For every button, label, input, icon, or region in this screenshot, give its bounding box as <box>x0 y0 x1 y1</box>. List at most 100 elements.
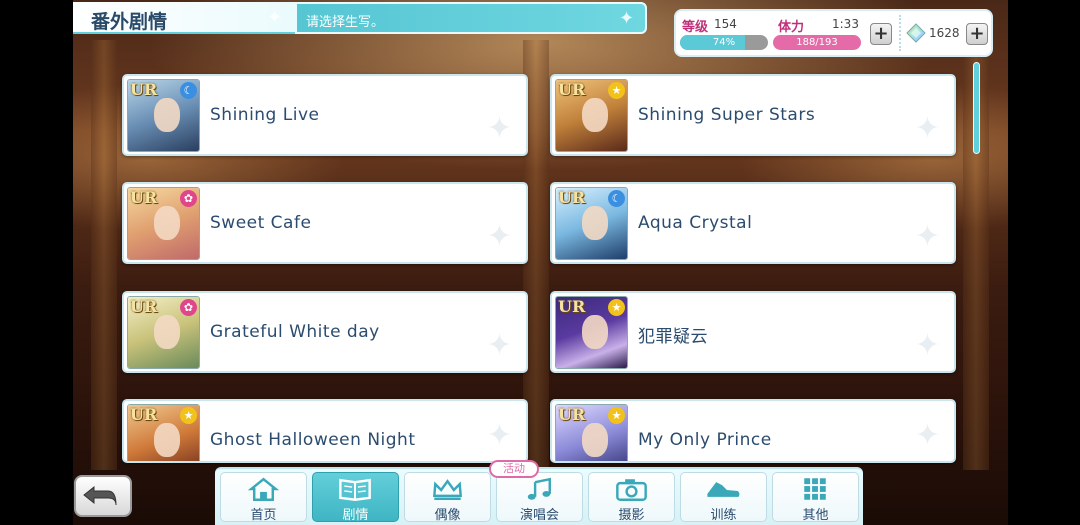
nav-other[interactable]: 其他 <box>772 472 859 523</box>
character-face <box>154 98 180 132</box>
moon-icon: ☾ <box>180 82 197 99</box>
story-title: 犯罪疑云 <box>638 327 708 347</box>
background-pillar <box>91 40 117 470</box>
story-card[interactable]: UR ☾ Aqua Crystal ✦ <box>550 182 956 264</box>
sparkle-icon: ✦ <box>486 328 512 363</box>
character-face <box>154 206 180 240</box>
music-note-icon <box>527 477 551 500</box>
story-card[interactable]: UR ☾ Shining Live ✦ <box>122 74 528 156</box>
event-badge: 活动 <box>489 460 539 478</box>
add-gems-button[interactable]: + <box>966 23 988 45</box>
sneaker-icon <box>707 482 740 497</box>
right-letterbox <box>1008 0 1080 525</box>
scrollbar-thumb[interactable] <box>973 62 980 154</box>
stamina-bar: 188/193 <box>773 35 861 50</box>
nav-training-label: 训练 <box>710 508 737 523</box>
sparkle-icon: ✦ <box>486 219 512 254</box>
nav-photo-label: 摄影 <box>618 508 645 523</box>
nav-live-label: 演唱会 <box>519 508 559 523</box>
story-title: Aqua Crystal <box>638 213 753 233</box>
story-title: My Only Prince <box>638 430 772 450</box>
character-thumbnail: UR ✿ <box>127 296 200 369</box>
rarity-badge: UR <box>558 188 586 207</box>
rarity-badge: UR <box>558 80 586 99</box>
story-title: Shining Super Stars <box>638 105 816 125</box>
star-icon: ★ <box>180 407 197 424</box>
character-thumbnail: UR ★ <box>127 404 200 461</box>
star-icon: ★ <box>608 82 625 99</box>
character-thumbnail: UR ✿ <box>127 187 200 260</box>
stamina-timer: 1:33 <box>832 17 859 31</box>
back-arrow-icon <box>83 485 117 506</box>
sparkle-icon: ✦ <box>486 111 512 146</box>
story-card[interactable]: UR ★ My Only Prince ✦ <box>550 399 956 463</box>
story-card[interactable]: UR ★ 犯罪疑云 ✦ <box>550 291 956 373</box>
status-divider <box>899 15 901 51</box>
rarity-badge: UR <box>558 297 586 316</box>
sparkle-icon: ✦ <box>914 219 940 254</box>
character-thumbnail: UR ★ <box>555 296 628 369</box>
sparkle-icon: ✦ <box>619 8 635 29</box>
moon-icon: ☾ <box>608 190 625 207</box>
gear-icon: ✿ <box>180 190 197 207</box>
story-card[interactable]: UR ✿ Sweet Cafe ✦ <box>122 182 528 264</box>
story-card[interactable]: UR ★ Ghost Halloween Night ✦ <box>122 399 528 463</box>
add-stamina-button[interactable]: + <box>870 23 892 45</box>
nav-idol[interactable]: 偶像 <box>404 472 491 523</box>
rarity-badge: UR <box>130 80 158 99</box>
page-title-panel: 番外剧情 ✦ <box>73 2 295 34</box>
story-title: Sweet Cafe <box>210 213 312 233</box>
nav-training[interactable]: 训练 <box>680 472 767 523</box>
rarity-badge: UR <box>130 188 158 207</box>
instruction-banner: 请选择生写。 ✦ <box>295 2 647 34</box>
book-icon <box>339 478 371 501</box>
left-letterbox <box>0 0 73 525</box>
character-face <box>582 423 608 457</box>
story-card[interactable]: UR ★ Shining Super Stars ✦ <box>550 74 956 156</box>
character-face <box>582 206 608 240</box>
nav-home-label: 首页 <box>250 508 277 523</box>
star-icon: ★ <box>608 299 625 316</box>
nav-story[interactable]: 剧情 <box>312 472 399 523</box>
prism-gem-icon <box>906 23 926 43</box>
exp-bar: 74% <box>680 35 768 50</box>
story-title: Shining Live <box>210 105 320 125</box>
rarity-badge: UR <box>130 297 158 316</box>
story-list-scrollbar[interactable] <box>973 62 981 462</box>
gear-icon: ✿ <box>180 299 197 316</box>
back-button[interactable] <box>74 475 132 517</box>
character-face <box>582 98 608 132</box>
story-card[interactable]: UR ✿ Grateful White day ✦ <box>122 291 528 373</box>
sparkle-icon: ✦ <box>267 7 283 28</box>
story-title: Ghost Halloween Night <box>210 430 416 450</box>
level-value: 154 <box>714 17 737 31</box>
nav-live[interactable]: 演唱会 <box>496 472 583 523</box>
stamina-value: 188/193 <box>796 37 838 48</box>
sparkle-icon: ✦ <box>486 418 512 453</box>
gem-count: 1628 <box>929 26 960 40</box>
player-status-panel: 等级 154 74% 体力 1:33 188/193 + 1628 + <box>674 9 993 57</box>
exp-percent: 74% <box>712 37 736 48</box>
crown-icon <box>432 479 463 500</box>
character-thumbnail: UR ★ <box>555 79 628 152</box>
rarity-badge: UR <box>558 405 586 424</box>
character-face <box>154 315 180 349</box>
character-face <box>582 315 608 349</box>
grid-menu-icon <box>804 478 826 500</box>
instruction-text: 请选择生写。 <box>306 15 385 30</box>
level-label: 等级 <box>682 20 709 35</box>
page-title: 番外剧情 <box>91 11 168 33</box>
nav-photo[interactable]: 摄影 <box>588 472 675 523</box>
nav-idol-label: 偶像 <box>434 508 461 523</box>
character-thumbnail: UR ☾ <box>127 79 200 152</box>
nav-story-label: 剧情 <box>342 508 369 523</box>
star-icon: ★ <box>608 407 625 424</box>
character-thumbnail: UR ★ <box>555 404 628 461</box>
character-face <box>154 423 180 457</box>
rarity-badge: UR <box>130 405 158 424</box>
story-title: Grateful White day <box>210 322 380 342</box>
sparkle-icon: ✦ <box>914 418 940 453</box>
nav-other-label: 其他 <box>802 508 829 523</box>
character-thumbnail: UR ☾ <box>555 187 628 260</box>
nav-home[interactable]: 首页 <box>220 472 307 523</box>
